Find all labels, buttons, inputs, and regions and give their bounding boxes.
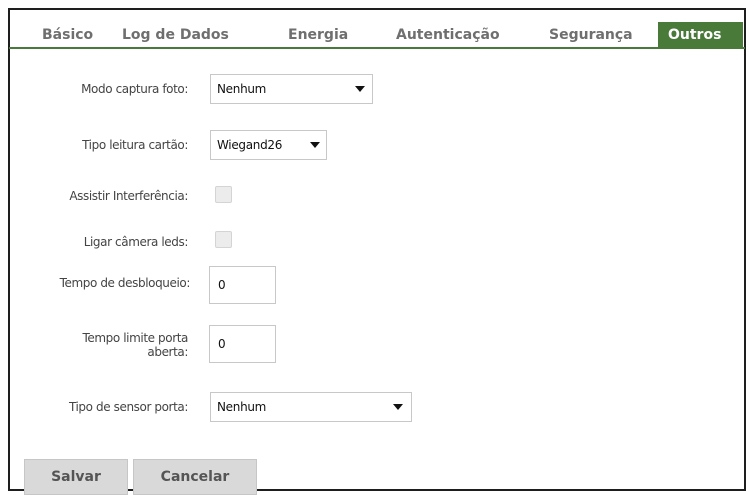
- camera-leds-checkbox[interactable]: [215, 231, 232, 248]
- card-read-type-select[interactable]: Wiegand26: [210, 130, 327, 160]
- watch-interference-checkbox[interactable]: [215, 186, 232, 203]
- door-open-limit-label-line2: aberta:: [147, 345, 188, 359]
- card-read-type-label: Tipo leitura cartão:: [82, 138, 188, 152]
- save-button[interactable]: Salvar: [24, 459, 128, 495]
- photo-capture-mode-select[interactable]: Nenhum: [210, 74, 373, 104]
- tab-basico[interactable]: Básico: [42, 23, 93, 47]
- tab-energia[interactable]: Energia: [288, 23, 348, 47]
- chevron-down-icon: [310, 142, 320, 148]
- photo-capture-mode-value: Nenhum: [217, 82, 267, 96]
- tab-underline: [9, 47, 745, 49]
- door-sensor-type-value: Nenhum: [217, 400, 267, 414]
- unlock-time-label: Tempo de desbloqueio:: [59, 276, 191, 290]
- chevron-down-icon: [393, 404, 403, 410]
- tab-outros[interactable]: Outros: [658, 22, 743, 48]
- door-open-limit-value: 0: [218, 337, 226, 351]
- tab-log-de-dados[interactable]: Log de Dados: [122, 23, 229, 47]
- unlock-time-input[interactable]: 0: [209, 266, 276, 304]
- cancel-button[interactable]: Cancelar: [133, 459, 257, 495]
- tab-autenticacao[interactable]: Autenticação: [396, 23, 500, 47]
- camera-leds-label: Ligar câmera leds:: [83, 235, 189, 249]
- photo-capture-mode-label: Modo captura foto:: [81, 82, 188, 96]
- door-sensor-type-label: Tipo de sensor porta:: [68, 400, 188, 414]
- chevron-down-icon: [355, 86, 365, 92]
- door-open-limit-input[interactable]: 0: [209, 325, 276, 363]
- unlock-time-value: 0: [218, 278, 226, 292]
- door-open-limit-label-line1: Tempo limite porta: [82, 331, 189, 345]
- watch-interference-label: Assistir Interferência:: [69, 189, 188, 203]
- card-read-type-value: Wiegand26: [217, 138, 283, 152]
- door-sensor-type-select[interactable]: Nenhum: [210, 392, 412, 422]
- tab-seguranca[interactable]: Segurança: [549, 23, 633, 47]
- tab-bar: Básico Log de Dados Energia Autenticação…: [9, 10, 747, 50]
